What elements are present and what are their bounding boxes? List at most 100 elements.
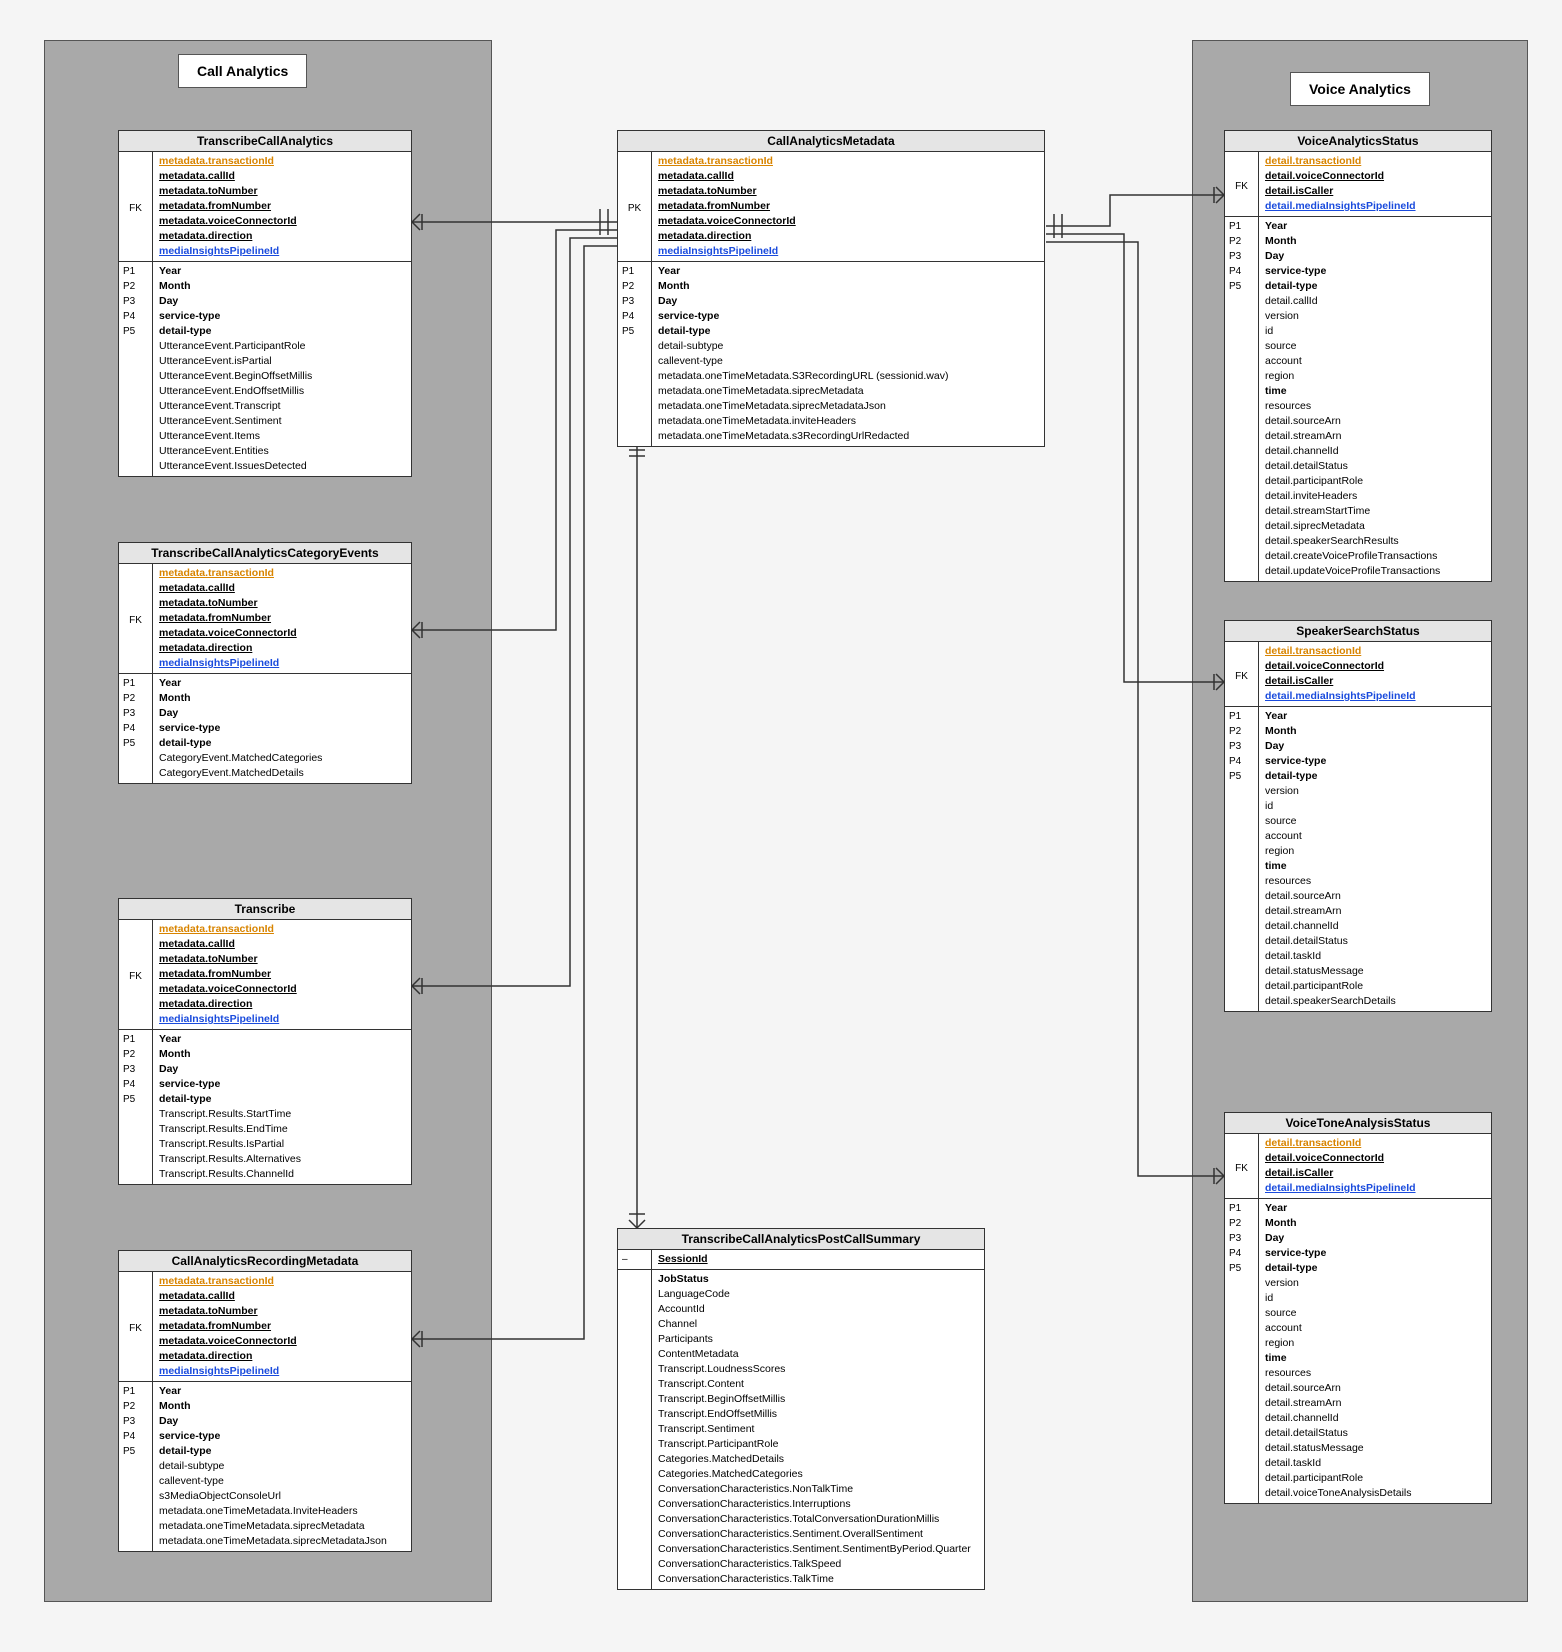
- attr-field: detail.participantRole: [1265, 979, 1485, 994]
- attr-field: Transcript.Results.IsPartial: [159, 1137, 405, 1152]
- entity-transcribe-call-analytics: TranscribeCallAnalyticsFKmetadata.transa…: [118, 130, 412, 477]
- partition-key: P3: [618, 292, 651, 307]
- attr-field: ConversationCharacteristics.Sentiment.Se…: [658, 1542, 978, 1557]
- entity-call-analytics-metadata: CallAnalyticsMetadataPKmetadata.transact…: [617, 130, 1045, 447]
- partition-field: Month: [1265, 234, 1485, 249]
- partition-field: detail-type: [159, 324, 405, 339]
- attr-field: detail.channelId: [1265, 1411, 1485, 1426]
- fk-field: metadata.fromNumber: [658, 199, 1038, 214]
- attr-field: Participants: [658, 1332, 978, 1347]
- attr-field: detail.speakerSearchDetails: [1265, 994, 1485, 1009]
- fk-field: mediaInsightsPipelineId: [658, 244, 1038, 259]
- partition-field: service-type: [658, 309, 1038, 324]
- attr-field: detail.participantRole: [1265, 1471, 1485, 1486]
- attr-field: time: [1265, 1351, 1485, 1366]
- fk-field: metadata.transactionId: [658, 154, 1038, 169]
- fk-field: detail.transactionId: [1265, 644, 1485, 659]
- attr-field: UtteranceEvent.ParticipantRole: [159, 339, 405, 354]
- attr-field: ConversationCharacteristics.Sentiment.Ov…: [658, 1527, 978, 1542]
- fk-field: metadata.callId: [159, 169, 405, 184]
- attr-field: detail.inviteHeaders: [1265, 489, 1485, 504]
- attr-field: id: [1265, 324, 1485, 339]
- partition-key: P4: [1225, 1244, 1258, 1259]
- attr-field: detail.voiceToneAnalysisDetails: [1265, 1486, 1485, 1501]
- attr-field: detail.sourceArn: [1265, 414, 1485, 429]
- partition-key: P1: [1225, 707, 1258, 722]
- attr-field: account: [1265, 1321, 1485, 1336]
- fk-field: metadata.fromNumber: [159, 611, 405, 626]
- attr-field: Transcript.EndOffsetMillis: [658, 1407, 978, 1422]
- attr-field: Categories.MatchedCategories: [658, 1467, 978, 1482]
- entity-title: SpeakerSearchStatus: [1225, 621, 1491, 642]
- entity-tca-category-events: TranscribeCallAnalyticsCategoryEventsFKm…: [118, 542, 412, 784]
- pk-field: SessionId: [658, 1252, 978, 1267]
- key-label: FK: [125, 1319, 146, 1334]
- entity-voice-analytics-status: VoiceAnalyticsStatusFKdetail.transaction…: [1224, 130, 1492, 582]
- fk-field: metadata.voiceConnectorId: [159, 214, 405, 229]
- attr-field: UtteranceEvent.BeginOffsetMillis: [159, 369, 405, 384]
- partition-field: Month: [159, 691, 405, 706]
- attr-field: detail.createVoiceProfileTransactions: [1265, 549, 1485, 564]
- attr-field: ConversationCharacteristics.TalkTime: [658, 1572, 978, 1587]
- attr-field: detail.taskId: [1265, 949, 1485, 964]
- partition-field: Day: [1265, 1231, 1485, 1246]
- attr-field: account: [1265, 829, 1485, 844]
- entity-voice-tone-analysis-status: VoiceToneAnalysisStatusFKdetail.transact…: [1224, 1112, 1492, 1504]
- partition-key: P5: [1225, 767, 1258, 782]
- fk-field: detail.mediaInsightsPipelineId: [1265, 199, 1485, 214]
- attr-field: detail-subtype: [159, 1459, 405, 1474]
- partition-key: P5: [1225, 1259, 1258, 1274]
- attr-field: metadata.oneTimeMetadata.S3RecordingURL …: [658, 369, 1038, 384]
- attr-field: version: [1265, 784, 1485, 799]
- diagram-canvas: Call Analytics Voice Analytics: [0, 0, 1562, 1652]
- entity-title: VoiceAnalyticsStatus: [1225, 131, 1491, 152]
- partition-key: P1: [1225, 217, 1258, 232]
- fk-field: metadata.direction: [159, 1349, 405, 1364]
- entity-call-analytics-recording-metadata: CallAnalyticsRecordingMetadataFKmetadata…: [118, 1250, 412, 1552]
- partition-field: Day: [159, 706, 405, 721]
- attr-field: UtteranceEvent.isPartial: [159, 354, 405, 369]
- attr-field: metadata.oneTimeMetadata.siprecMetadata: [658, 384, 1038, 399]
- attr-field: LanguageCode: [658, 1287, 978, 1302]
- fk-field: detail.isCaller: [1265, 184, 1485, 199]
- fk-field: metadata.callId: [159, 937, 405, 952]
- key-label: FK: [125, 611, 146, 626]
- fk-field: metadata.fromNumber: [159, 1319, 405, 1334]
- partition-field: Day: [1265, 249, 1485, 264]
- attr-field: detail.sourceArn: [1265, 1381, 1485, 1396]
- partition-key: P2: [1225, 232, 1258, 247]
- partition-key: P3: [1225, 247, 1258, 262]
- partition-field: detail-type: [1265, 279, 1485, 294]
- attr-field: ConversationCharacteristics.NonTalkTime: [658, 1482, 978, 1497]
- attr-field: ConversationCharacteristics.TotalConvers…: [658, 1512, 978, 1527]
- attr-field: detail.taskId: [1265, 1456, 1485, 1471]
- partition-field: Day: [658, 294, 1038, 309]
- fk-field: metadata.direction: [159, 229, 405, 244]
- attr-field: UtteranceEvent.EndOffsetMillis: [159, 384, 405, 399]
- partition-field: service-type: [159, 1429, 405, 1444]
- fk-field: metadata.voiceConnectorId: [159, 982, 405, 997]
- partition-field: service-type: [159, 721, 405, 736]
- partition-key: P1: [119, 1382, 152, 1397]
- partition-key: P2: [119, 689, 152, 704]
- partition-key: P1: [119, 262, 152, 277]
- partition-field: Year: [658, 264, 1038, 279]
- fk-field: metadata.toNumber: [159, 184, 405, 199]
- partition-field: Year: [159, 1384, 405, 1399]
- attr-field: detail.detailStatus: [1265, 1426, 1485, 1441]
- attr-field: detail.updateVoiceProfileTransactions: [1265, 564, 1485, 579]
- partition-key: P5: [618, 322, 651, 337]
- key-label: FK: [1231, 1159, 1252, 1174]
- partition-key: P3: [119, 1060, 152, 1075]
- partition-field: detail-type: [159, 736, 405, 751]
- attr-field: UtteranceEvent.IssuesDetected: [159, 459, 405, 474]
- fk-field: mediaInsightsPipelineId: [159, 244, 405, 259]
- attr-field: id: [1265, 799, 1485, 814]
- partition-field: service-type: [159, 309, 405, 324]
- partition-key: P4: [1225, 752, 1258, 767]
- attr-field: UtteranceEvent.Transcript: [159, 399, 405, 414]
- attr-field: region: [1265, 1336, 1485, 1351]
- partition-key: P2: [618, 277, 651, 292]
- partition-field: detail-type: [159, 1092, 405, 1107]
- attr-field: region: [1265, 369, 1485, 384]
